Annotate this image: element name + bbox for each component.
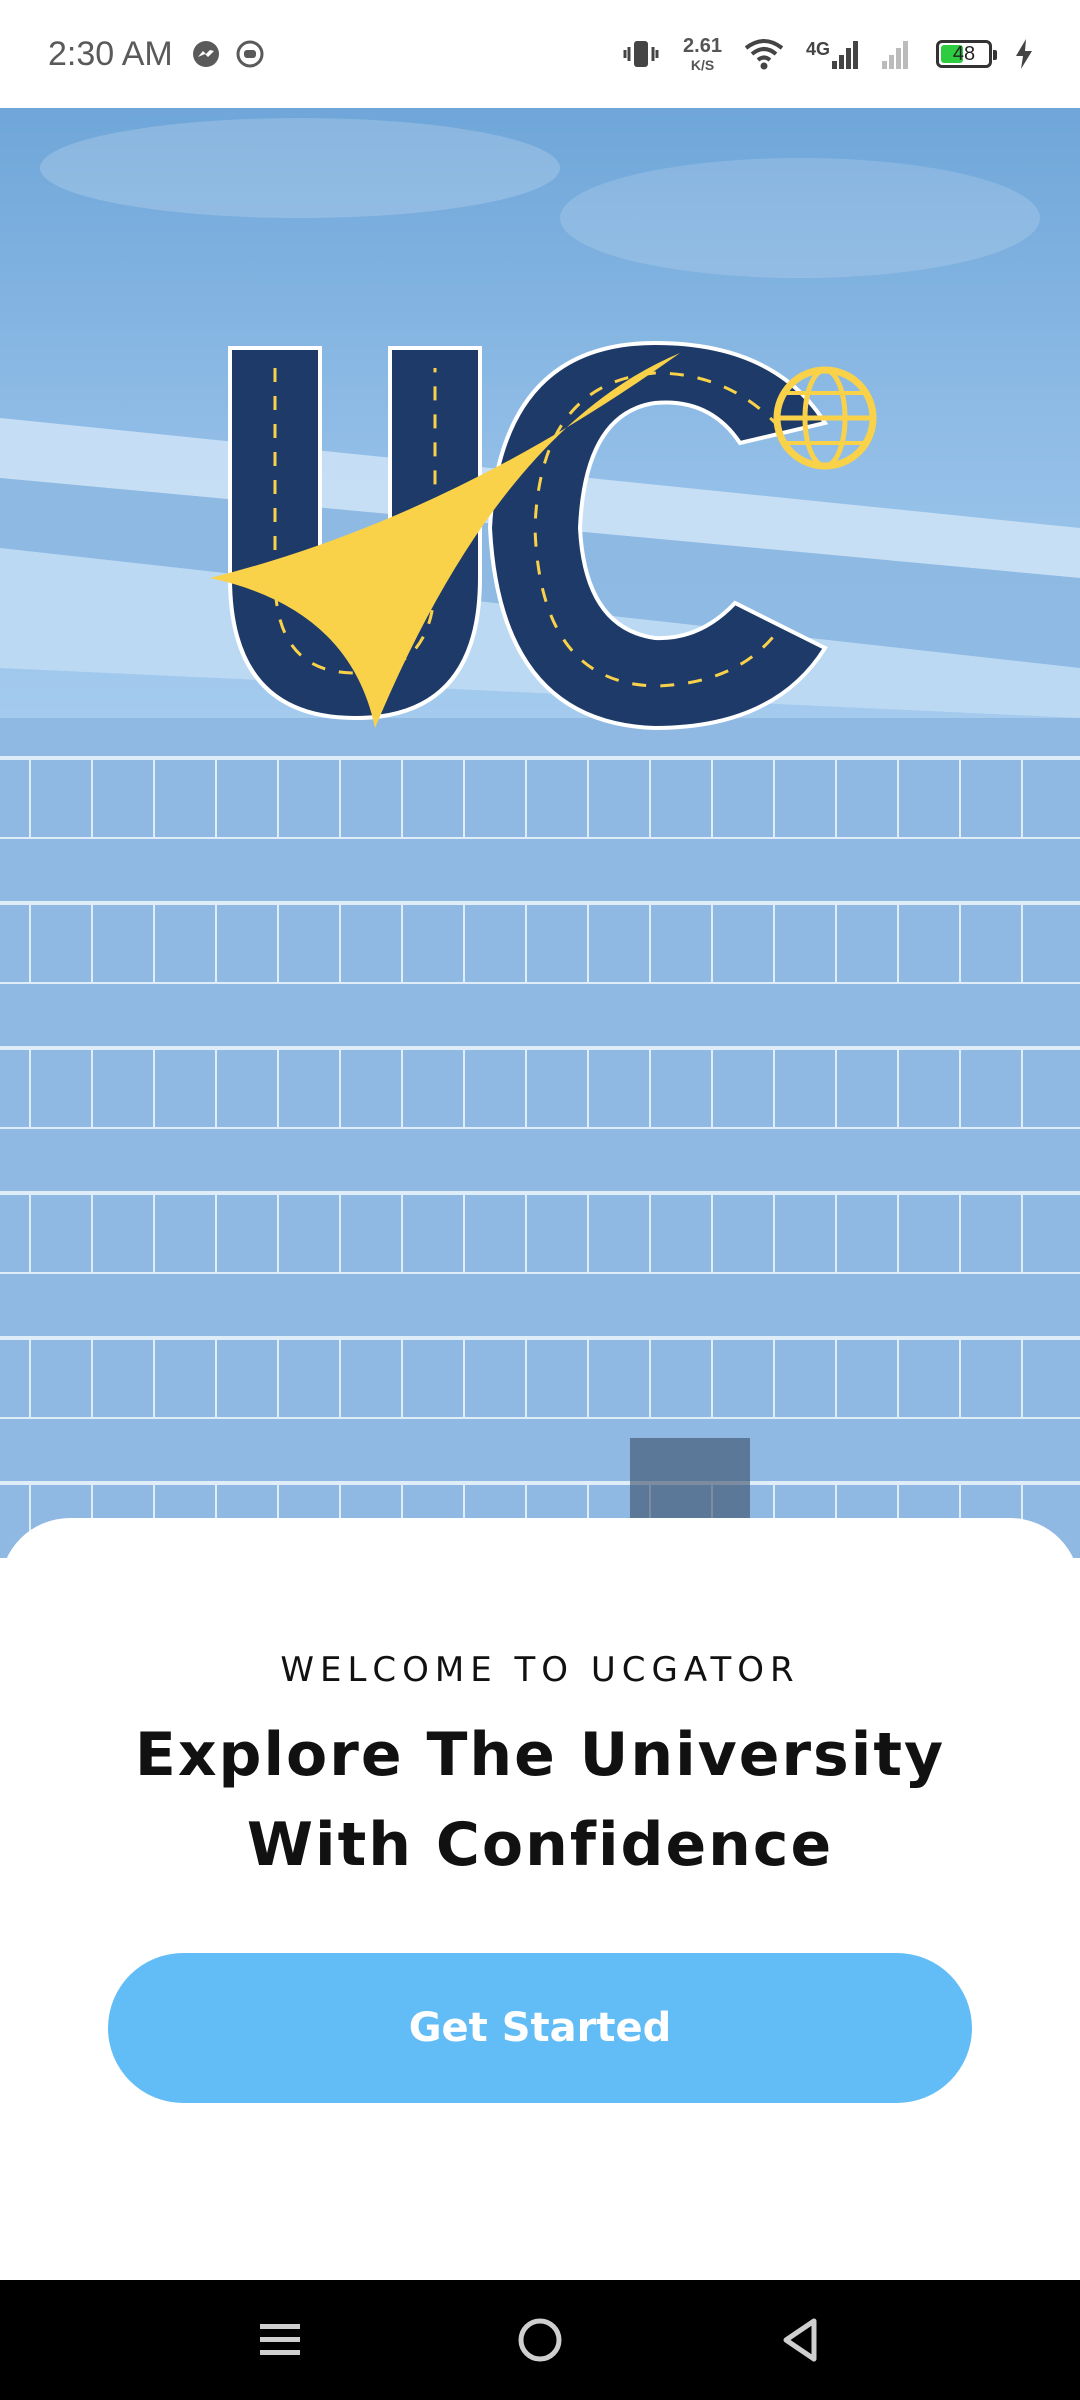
- welcome-subtitle: WELCOME TO UCGATOR: [280, 1650, 800, 1690]
- home-button[interactable]: [500, 2300, 580, 2380]
- net-speed-unit: K/S: [690, 57, 715, 73]
- app-screen: 2:30 AM 2.61 K/S 4G 48 WELCOME TO UCGATO…: [0, 0, 1080, 2400]
- signal-icon: [882, 41, 908, 69]
- get-started-button[interactable]: Get Started: [108, 1953, 972, 2103]
- status-right-icons: 2.61 K/S 4G 48: [621, 36, 1034, 72]
- building-image: [0, 118, 1080, 1558]
- welcome-card: [0, 1518, 1080, 2280]
- network-type: 4G: [805, 39, 830, 59]
- headline-line-2: With Confidence: [246, 1810, 834, 1880]
- back-icon: [783, 2318, 817, 2362]
- signal-4g-icon: 4G: [806, 39, 860, 69]
- battery-level: 48: [952, 42, 976, 65]
- messenger-icon: [192, 41, 219, 67]
- wifi-icon: [744, 39, 784, 70]
- vibrate-icon: [623, 41, 659, 67]
- net-speed-value: 2.61: [683, 35, 722, 57]
- status-bar: 2:30 AM 2.61 K/S 4G 48: [0, 0, 1080, 108]
- home-icon: [518, 2318, 562, 2362]
- hero-background: [0, 108, 1080, 1558]
- back-button[interactable]: [760, 2300, 840, 2380]
- battery-icon: 48: [936, 40, 997, 68]
- notification-app-icon: [236, 40, 264, 68]
- page-title: Explore The University With Confidence: [0, 1710, 1080, 1890]
- menu-button[interactable]: [240, 2300, 320, 2380]
- menu-icon: [260, 2324, 300, 2355]
- status-time: 2:30 AM: [48, 34, 173, 73]
- uc-logo: [210, 340, 877, 731]
- charging-icon: [1016, 39, 1032, 69]
- headline-line-1: Explore The University: [134, 1720, 946, 1790]
- system-nav-bar: [0, 2280, 1080, 2400]
- net-speed: 2.61 K/S: [683, 36, 722, 72]
- status-left-icons: [191, 39, 265, 69]
